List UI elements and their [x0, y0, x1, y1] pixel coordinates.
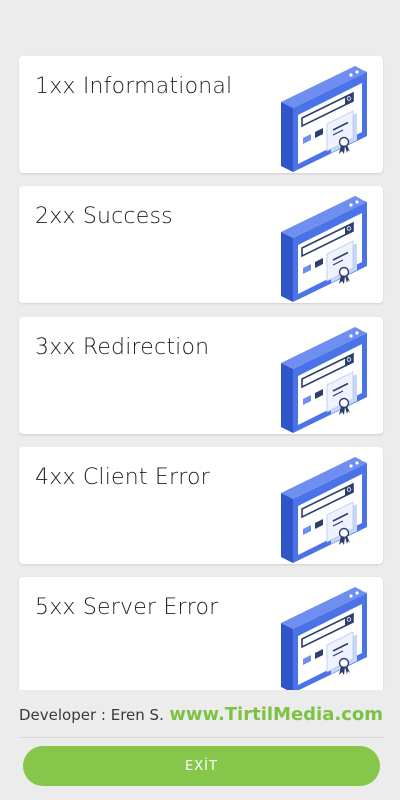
certificate-window-icon [281, 587, 367, 690]
status-code-list: 1xx Informational 2xx Success 3xx Redire… [0, 0, 400, 690]
card-label: 2xx Success [35, 204, 173, 229]
certificate-window-icon [281, 327, 367, 433]
card-label: 5xx Server Error [35, 595, 219, 620]
exit-button[interactable]: EXİT [23, 746, 380, 786]
card-label: 3xx Redirection [35, 335, 210, 360]
card-4xx-client-error[interactable]: 4xx Client Error [19, 447, 383, 564]
certificate-window-icon [281, 196, 367, 302]
certificate-window-icon [281, 66, 367, 172]
footer-info: Developer : Eren S. www.TirtilMedia.com [19, 704, 383, 728]
card-label: 1xx Informational [35, 74, 233, 99]
certificate-window-icon [281, 457, 367, 563]
card-label: 4xx Client Error [35, 465, 210, 490]
website-link[interactable]: www.TirtilMedia.com [169, 704, 383, 725]
divider [19, 737, 383, 738]
developer-credit: Developer : Eren S. [19, 706, 164, 724]
card-3xx-redirection[interactable]: 3xx Redirection [19, 317, 383, 434]
card-2xx-success[interactable]: 2xx Success [19, 186, 383, 303]
card-1xx-informational[interactable]: 1xx Informational [19, 56, 383, 173]
card-5xx-server-error[interactable]: 5xx Server Error [19, 577, 383, 690]
